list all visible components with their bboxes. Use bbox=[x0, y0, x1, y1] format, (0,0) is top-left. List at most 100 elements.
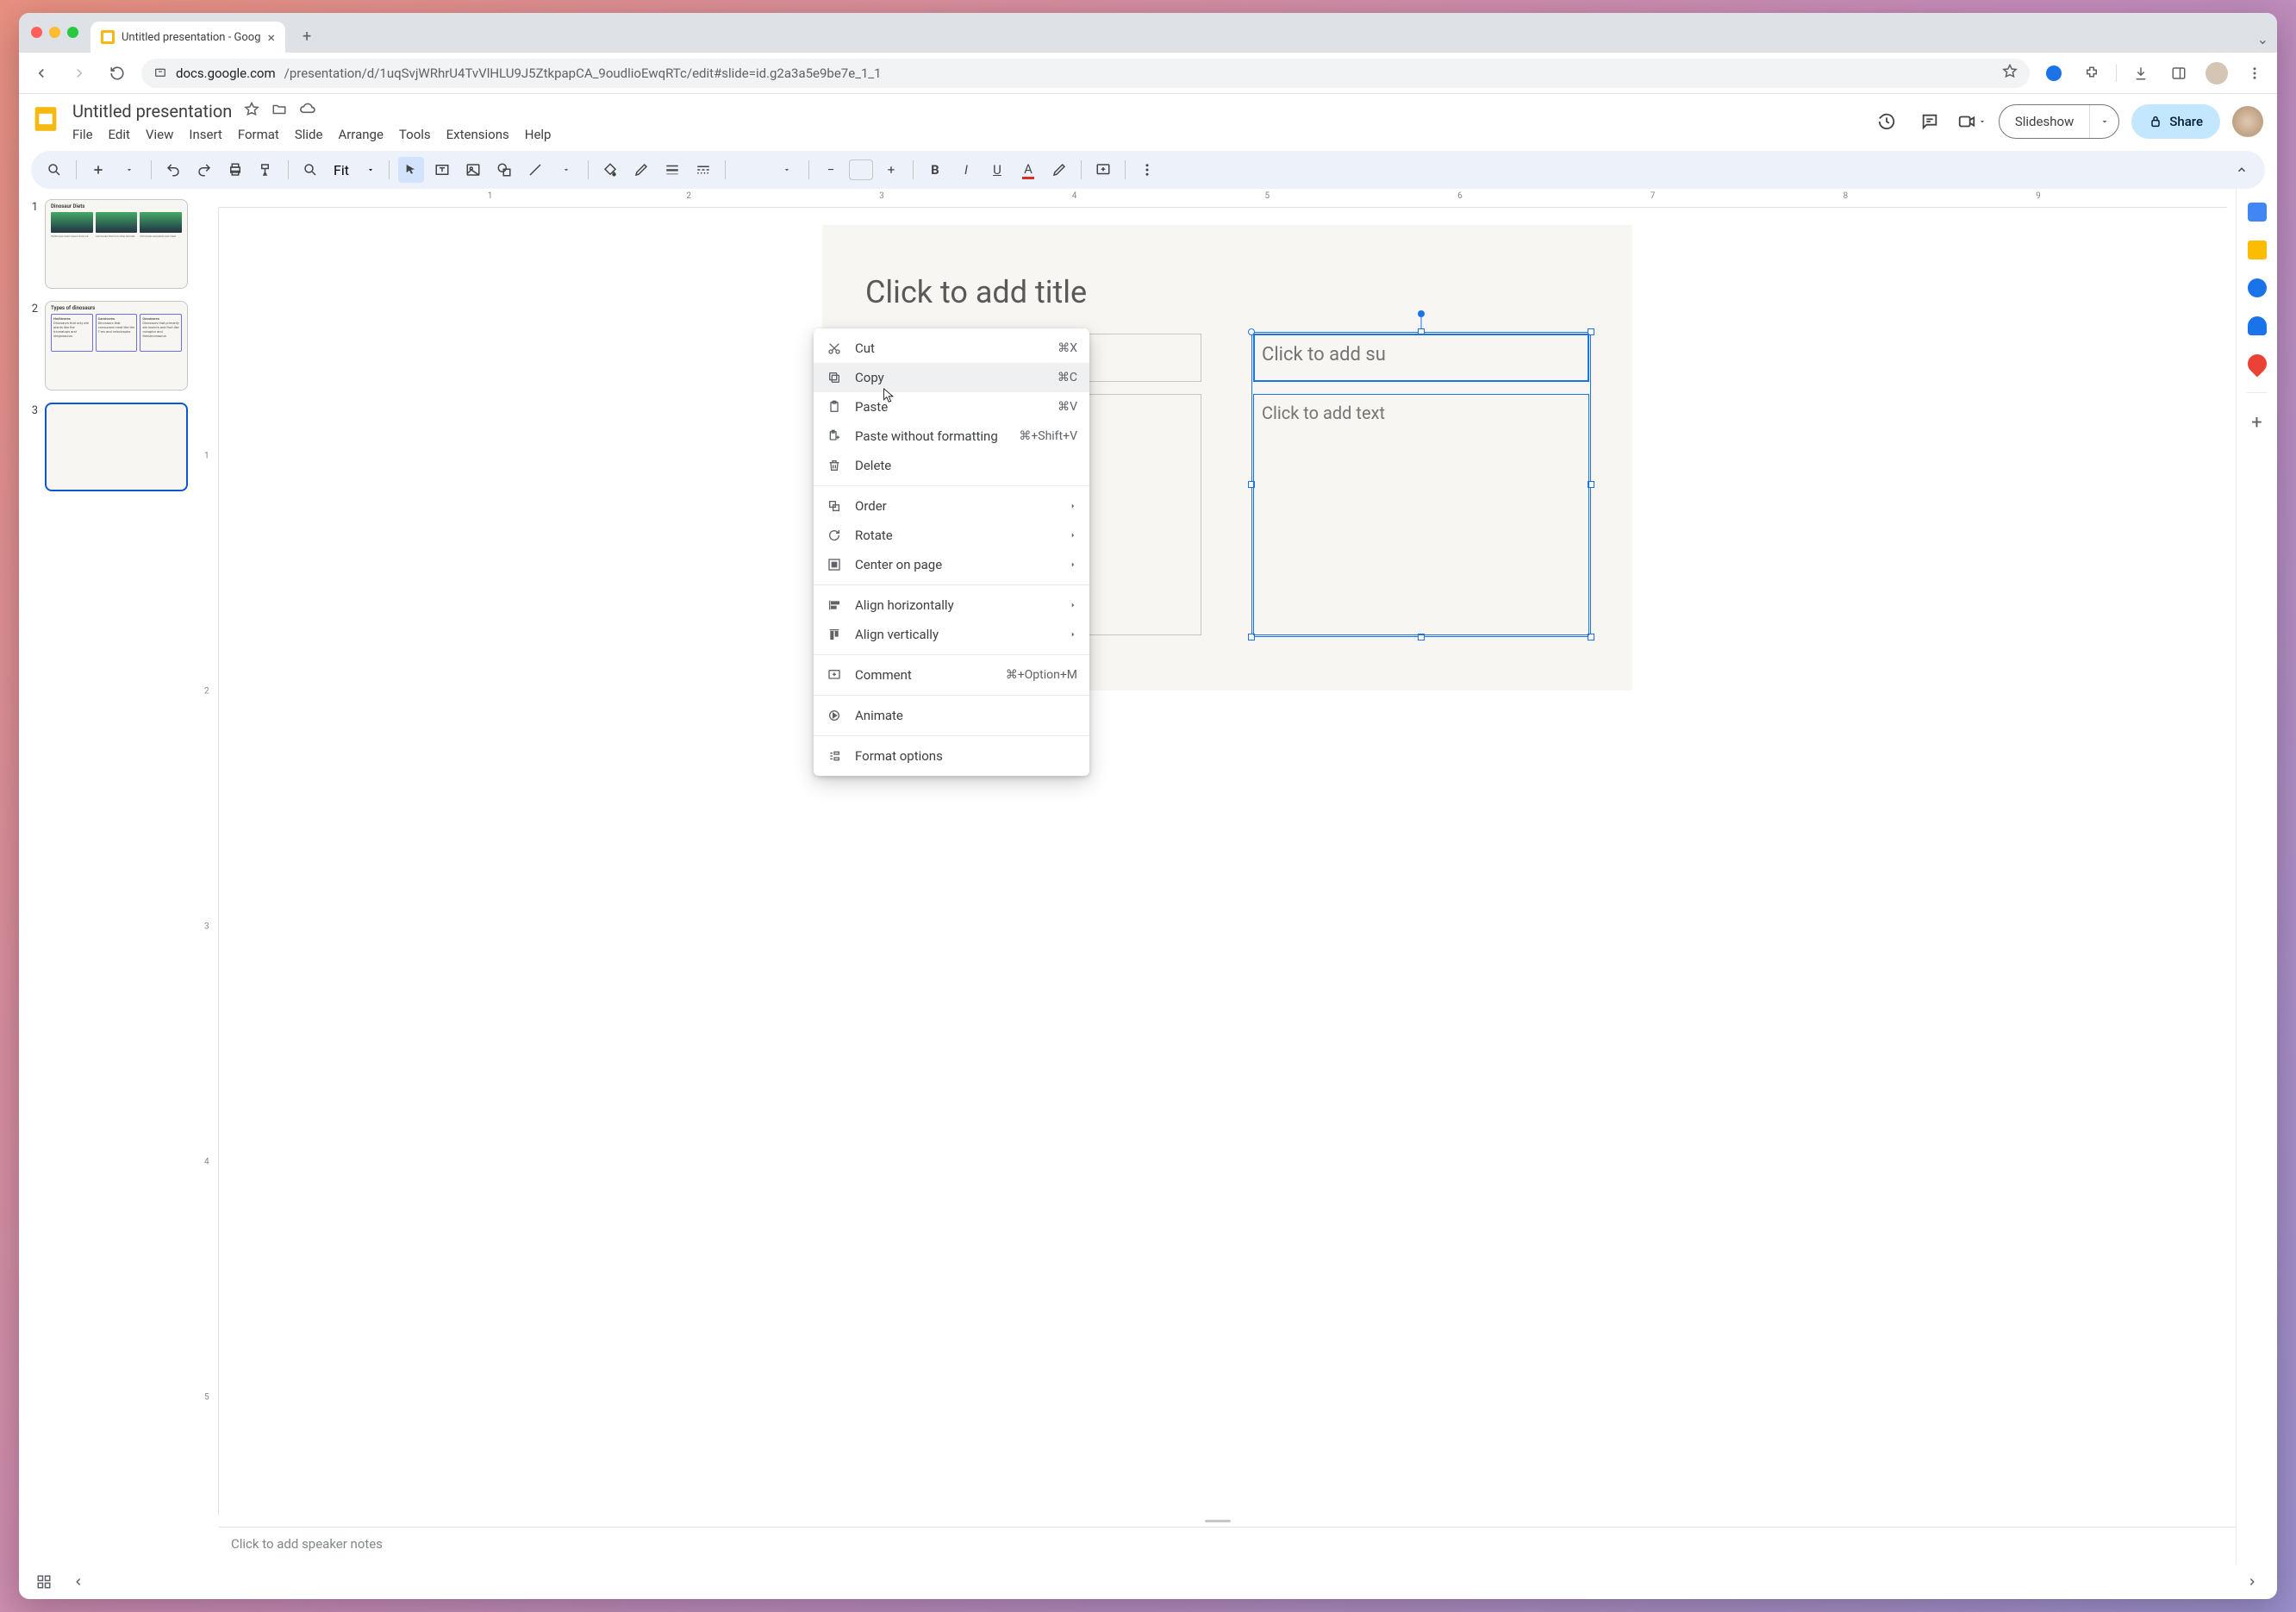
thumb-1[interactable]: 1 Dinosaur Diets Herbivores lorem ipsum … bbox=[26, 199, 188, 289]
bookmark-star-icon[interactable] bbox=[2002, 64, 2018, 83]
border-dash-icon[interactable] bbox=[690, 157, 716, 183]
ctx-center-on-page[interactable]: Center on page bbox=[814, 550, 1089, 579]
prev-slide-icon[interactable] bbox=[66, 1569, 91, 1595]
ctx-comment[interactable]: Comment⌘+Option+M bbox=[814, 660, 1089, 690]
profile-avatar[interactable] bbox=[2203, 59, 2230, 87]
paint-format-icon[interactable] bbox=[253, 157, 279, 183]
vertical-ruler[interactable]: 1 2 3 4 5 bbox=[200, 208, 219, 1515]
ctx-rotate[interactable]: Rotate bbox=[814, 521, 1089, 550]
side-panel-icon[interactable] bbox=[2165, 59, 2193, 87]
redo-icon[interactable] bbox=[191, 157, 217, 183]
decrease-font-icon[interactable]: − bbox=[818, 157, 844, 183]
notes-drag-handle[interactable] bbox=[200, 1515, 2236, 1527]
extensions-icon[interactable] bbox=[2078, 59, 2106, 87]
meet-icon[interactable] bbox=[1957, 106, 1987, 137]
undo-icon[interactable] bbox=[160, 157, 186, 183]
downloads-icon[interactable] bbox=[2127, 59, 2155, 87]
ctx-paste-without-formatting[interactable]: Paste without formatting⌘+Shift+V bbox=[814, 422, 1089, 451]
zoom-icon[interactable] bbox=[297, 157, 323, 183]
star-icon[interactable] bbox=[244, 102, 259, 121]
menu-slide[interactable]: Slide bbox=[295, 127, 323, 142]
menu-edit[interactable]: Edit bbox=[109, 127, 130, 142]
more-tools-icon[interactable] bbox=[1134, 157, 1160, 183]
horizontal-ruler[interactable]: 1 2 3 4 5 6 7 8 9 bbox=[219, 189, 2227, 208]
highlight-icon[interactable] bbox=[1046, 157, 1072, 183]
ctx-animate[interactable]: Animate bbox=[814, 701, 1089, 730]
ctx-copy[interactable]: Copy⌘C bbox=[814, 363, 1089, 392]
fill-color-icon[interactable] bbox=[597, 157, 623, 183]
account-avatar[interactable] bbox=[2232, 106, 2263, 137]
text-color-icon[interactable]: A bbox=[1015, 157, 1041, 183]
comments-icon[interactable] bbox=[1914, 106, 1945, 137]
slides-logo-icon[interactable] bbox=[28, 101, 64, 137]
menu-tools[interactable]: Tools bbox=[399, 127, 431, 142]
slide-stage[interactable]: Click to add title Click to add subtitle… bbox=[219, 208, 2236, 1515]
menu-view[interactable]: View bbox=[146, 127, 173, 142]
menu-extensions[interactable]: Extensions bbox=[446, 127, 509, 142]
line-dropdown-icon[interactable] bbox=[553, 157, 579, 183]
speaker-notes[interactable]: Click to add speaker notes bbox=[219, 1527, 2236, 1565]
insert-comment-icon[interactable] bbox=[1090, 157, 1116, 183]
title-placeholder[interactable]: Click to add title bbox=[865, 266, 1589, 318]
menu-help[interactable]: Help bbox=[525, 127, 552, 142]
collapse-toolbar-icon[interactable] bbox=[2229, 157, 2255, 183]
font-dropdown-icon[interactable] bbox=[774, 157, 800, 183]
increase-font-icon[interactable]: + bbox=[878, 157, 904, 183]
ctx-delete[interactable]: Delete bbox=[814, 451, 1089, 480]
font-size-input[interactable] bbox=[849, 159, 873, 180]
ctx-format-options[interactable]: Format options bbox=[814, 741, 1089, 771]
line-tool-icon[interactable] bbox=[522, 157, 548, 183]
select-tool-icon[interactable] bbox=[398, 157, 424, 183]
maps-icon[interactable] bbox=[2243, 350, 2270, 377]
ctx-cut[interactable]: Cut⌘X bbox=[814, 334, 1089, 363]
subtitle-right-placeholder[interactable]: Click to add su bbox=[1253, 334, 1589, 382]
zoom-select[interactable]: Fit bbox=[328, 162, 380, 178]
close-tab-icon[interactable]: × bbox=[268, 29, 276, 46]
move-icon[interactable] bbox=[271, 102, 287, 121]
keep-icon[interactable] bbox=[2248, 241, 2267, 259]
slideshow-dropdown[interactable] bbox=[2089, 105, 2118, 138]
ctx-order[interactable]: Order bbox=[814, 491, 1089, 521]
back-button[interactable] bbox=[28, 59, 55, 87]
new-tab-button[interactable]: + bbox=[294, 23, 320, 49]
close-window[interactable] bbox=[31, 27, 42, 38]
image-tool-icon[interactable] bbox=[460, 157, 486, 183]
menu-arrange[interactable]: Arrange bbox=[338, 127, 383, 142]
history-icon[interactable] bbox=[1871, 106, 1902, 137]
textbox-tool-icon[interactable] bbox=[429, 157, 455, 183]
site-info-icon[interactable] bbox=[153, 65, 167, 82]
contacts-icon[interactable] bbox=[2248, 316, 2267, 335]
slideshow-button[interactable]: Slideshow bbox=[2000, 105, 2089, 138]
ctx-paste[interactable]: Paste⌘V bbox=[814, 392, 1089, 422]
browser-tab[interactable]: Untitled presentation - Goog × bbox=[90, 22, 285, 53]
grid-view-icon[interactable] bbox=[31, 1569, 57, 1595]
cloud-status-icon[interactable] bbox=[299, 101, 316, 122]
tasks-icon[interactable] bbox=[2248, 278, 2267, 297]
print-icon[interactable] bbox=[222, 157, 248, 183]
shape-tool-icon[interactable] bbox=[491, 157, 517, 183]
share-button[interactable]: Share bbox=[2131, 104, 2220, 139]
menu-insert[interactable]: Insert bbox=[189, 127, 221, 142]
thumb-3[interactable]: 3 bbox=[26, 403, 188, 492]
italic-icon[interactable]: I bbox=[953, 157, 979, 183]
text-right-placeholder[interactable]: Click to add text bbox=[1253, 394, 1589, 635]
calendar-icon[interactable] bbox=[2248, 203, 2267, 222]
minimize-window[interactable] bbox=[49, 27, 60, 38]
document-title[interactable]: Untitled presentation bbox=[72, 101, 232, 122]
show-side-panel-icon[interactable] bbox=[2239, 1569, 2265, 1595]
search-menus-icon[interactable] bbox=[41, 157, 67, 183]
new-slide-icon[interactable] bbox=[85, 157, 111, 183]
addons-plus-icon[interactable]: + bbox=[2251, 412, 2262, 434]
ctx-align-vertically[interactable]: Align vertically bbox=[814, 620, 1089, 649]
address-bar[interactable]: docs.google.com/presentation/d/1uqSvjWRh… bbox=[141, 59, 2030, 88]
menu-file[interactable]: File bbox=[72, 127, 93, 142]
extension-badge-icon[interactable] bbox=[2040, 59, 2068, 87]
chrome-menu-icon[interactable] bbox=[2241, 59, 2268, 87]
menu-format[interactable]: Format bbox=[238, 127, 279, 142]
reload-button[interactable] bbox=[103, 59, 131, 87]
bold-icon[interactable]: B bbox=[922, 157, 948, 183]
ctx-align-horizontally[interactable]: Align horizontally bbox=[814, 590, 1089, 620]
border-color-icon[interactable] bbox=[628, 157, 654, 183]
zoom-window[interactable] bbox=[67, 27, 78, 38]
new-slide-dropdown-icon[interactable] bbox=[116, 157, 142, 183]
